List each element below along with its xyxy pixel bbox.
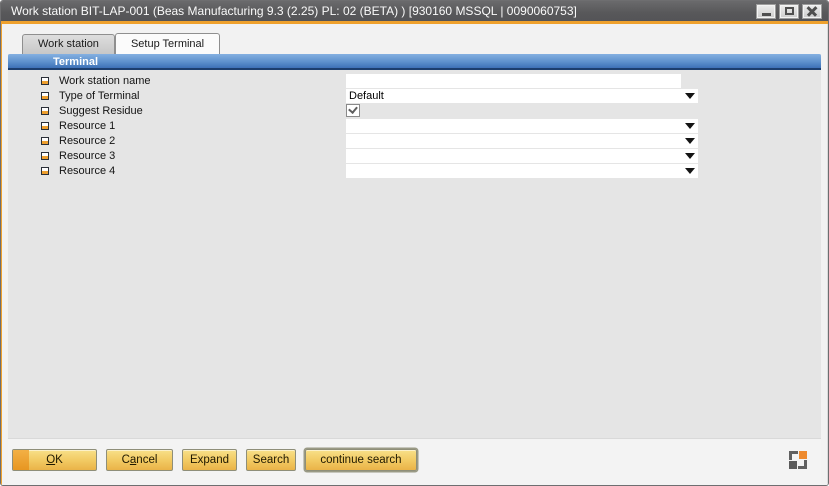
link-square-icon[interactable] bbox=[41, 77, 49, 85]
form-rows: Work station name Type of Terminal Defau… bbox=[8, 74, 821, 179]
link-square-icon[interactable] bbox=[41, 137, 49, 145]
resource-1-dropdown[interactable] bbox=[346, 119, 698, 133]
dropdown-value: Default bbox=[346, 89, 682, 103]
maximize-button[interactable] bbox=[779, 4, 799, 19]
ok-accent-strip bbox=[13, 450, 29, 470]
resource-2-dropdown[interactable] bbox=[346, 134, 698, 148]
link-square-icon[interactable] bbox=[41, 92, 49, 100]
field-label: Resource 1 bbox=[59, 120, 115, 132]
form-row-work-station-name: Work station name bbox=[8, 74, 821, 89]
button-bar: OK Cancel Expand Search continue search bbox=[8, 438, 821, 485]
field-label: Resource 3 bbox=[59, 150, 115, 162]
tab-strip: Work station Setup Terminal bbox=[8, 24, 821, 54]
field-label: Suggest Residue bbox=[59, 105, 143, 117]
app-window: Work station BIT-LAP-001 (Beas Manufactu… bbox=[0, 0, 829, 486]
checkmark-icon bbox=[348, 104, 358, 114]
chevron-down-icon[interactable] bbox=[685, 138, 695, 144]
resize-grip-icon[interactable] bbox=[789, 451, 807, 469]
form-row-resource-1: Resource 1 bbox=[8, 119, 821, 134]
continue-search-button[interactable]: continue search bbox=[305, 449, 417, 471]
close-button[interactable] bbox=[802, 4, 822, 19]
resource-3-dropdown[interactable] bbox=[346, 149, 698, 163]
resource-4-dropdown[interactable] bbox=[346, 164, 698, 178]
titlebar[interactable]: Work station BIT-LAP-001 (Beas Manufactu… bbox=[1, 1, 828, 21]
close-icon bbox=[807, 6, 817, 16]
cancel-button[interactable]: Cancel bbox=[106, 449, 173, 471]
maximize-icon bbox=[785, 7, 794, 15]
link-square-icon[interactable] bbox=[41, 122, 49, 130]
ok-button[interactable]: OK bbox=[12, 449, 97, 471]
tab-work-station[interactable]: Work station bbox=[22, 34, 115, 54]
chevron-down-icon[interactable] bbox=[685, 93, 695, 99]
minimize-button[interactable] bbox=[756, 4, 776, 19]
suggest-residue-checkbox[interactable] bbox=[346, 104, 360, 117]
chevron-down-icon[interactable] bbox=[685, 153, 695, 159]
form-row-suggest-residue: Suggest Residue bbox=[8, 104, 821, 119]
work-station-name-input[interactable] bbox=[346, 74, 681, 88]
link-square-icon[interactable] bbox=[41, 107, 49, 115]
field-label: Type of Terminal bbox=[59, 90, 140, 102]
expand-button[interactable]: Expand bbox=[182, 449, 237, 471]
field-label: Resource 4 bbox=[59, 165, 115, 177]
window-controls bbox=[756, 4, 822, 19]
link-square-icon[interactable] bbox=[41, 152, 49, 160]
tab-setup-terminal[interactable]: Setup Terminal bbox=[115, 33, 220, 54]
form-row-resource-3: Resource 3 bbox=[8, 149, 821, 164]
chevron-down-icon[interactable] bbox=[685, 123, 695, 129]
window-title: Work station BIT-LAP-001 (Beas Manufactu… bbox=[11, 4, 756, 18]
field-label: Work station name bbox=[59, 75, 151, 87]
section-header: Terminal bbox=[8, 54, 821, 70]
form-row-type-of-terminal: Type of Terminal Default bbox=[8, 89, 821, 104]
type-of-terminal-dropdown[interactable]: Default bbox=[346, 89, 698, 103]
search-button[interactable]: Search bbox=[246, 449, 296, 471]
tab-panel: Terminal Work station name Type of Termi… bbox=[8, 54, 821, 438]
link-square-icon[interactable] bbox=[41, 167, 49, 175]
form-row-resource-2: Resource 2 bbox=[8, 134, 821, 149]
minimize-icon bbox=[762, 13, 771, 16]
chevron-down-icon[interactable] bbox=[685, 168, 695, 174]
form-row-resource-4: Resource 4 bbox=[8, 164, 821, 179]
field-label: Resource 2 bbox=[59, 135, 115, 147]
window-body: Work station Setup Terminal Terminal Wor… bbox=[1, 24, 828, 485]
